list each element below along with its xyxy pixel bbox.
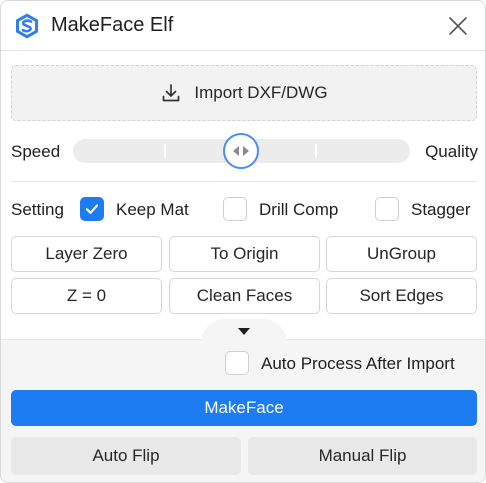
download-icon [163,84,180,102]
makeface-elf-window: MakeFace Elf Import DXF/DWG Speed Qualit… [0,0,486,483]
keep-mat-checkbox[interactable]: Keep Mat [80,197,189,221]
auto-process-label: Auto Process After Import [261,354,455,373]
speed-quality-slider-row: Speed Quality [11,133,479,169]
left-right-arrows-icon [233,146,249,156]
manual-flip-button[interactable]: Manual Flip [248,437,477,475]
checkbox-box[interactable] [375,197,399,221]
speed-label: Speed [11,142,61,161]
checkbox-box[interactable] [223,197,247,221]
stagger-label: Stagger [411,200,471,219]
auto-process-checkbox[interactable]: Auto Process After Import [225,351,455,375]
sort-edges-button[interactable]: Sort Edges [326,278,477,314]
collapse-toggle[interactable] [201,319,287,343]
keep-mat-label: Keep Mat [116,200,189,219]
makeface-logo-icon [16,13,38,39]
auto-flip-button[interactable]: Auto Flip [11,437,241,475]
import-dxf-dwg-button[interactable]: Import DXF/DWG [11,65,477,121]
slider-thumb[interactable] [223,133,259,169]
quality-label: Quality [425,142,478,161]
checkbox-box[interactable] [80,197,104,221]
stagger-checkbox[interactable]: Stagger [375,197,471,221]
makeface-button[interactable]: MakeFace [11,390,477,426]
settings-row: Setting Keep Mat Drill Comp Stagger [11,197,477,223]
z-zero-button[interactable]: Z = 0 [11,278,162,314]
title-bar: MakeFace Elf [1,1,485,51]
to-origin-button[interactable]: To Origin [169,236,320,272]
drill-comp-checkbox[interactable]: Drill Comp [223,197,338,221]
setting-label: Setting [11,200,64,219]
speed-quality-slider[interactable] [73,133,410,169]
slider-tick [164,144,166,158]
drill-comp-label: Drill Comp [259,200,339,219]
slider-tick [315,144,317,158]
window-title: MakeFace Elf [51,14,174,36]
checkbox-box[interactable] [225,351,249,375]
caret-down-icon [238,327,250,335]
checkmark-icon [85,204,99,214]
divider [11,181,477,182]
ungroup-button[interactable]: UnGroup [326,236,477,272]
layer-zero-button[interactable]: Layer Zero [11,236,162,272]
close-icon[interactable] [447,15,469,37]
import-button-label: Import DXF/DWG [194,83,328,102]
clean-faces-button[interactable]: Clean Faces [169,278,320,314]
